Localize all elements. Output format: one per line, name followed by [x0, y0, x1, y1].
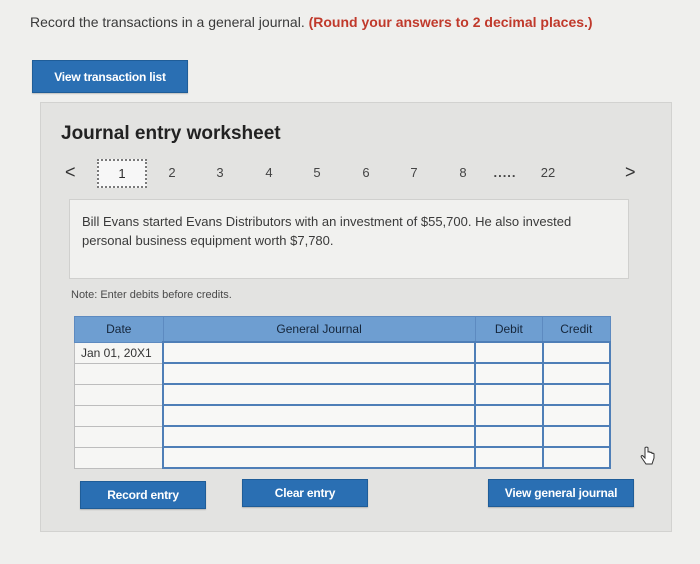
pager-page-4[interactable]: 4 — [259, 165, 279, 180]
instruction-main: Record the transactions in a general jou… — [30, 14, 309, 30]
pager-current-label: 1 — [118, 166, 126, 181]
journal-table: Date General Journal Debit Credit Jan 01… — [74, 316, 612, 469]
date-cell[interactable] — [74, 425, 164, 448]
date-header: Date — [74, 316, 164, 343]
prev-arrow-icon[interactable]: < — [65, 162, 76, 183]
journal-table-header: Date General Journal Debit Credit — [74, 316, 611, 343]
date-cell[interactable] — [74, 362, 164, 385]
table-row — [74, 425, 612, 448]
next-arrow-icon[interactable]: > — [625, 162, 636, 183]
debit-input[interactable] — [474, 362, 544, 385]
instruction-rounding-note: (Round your answers to 2 decimal places.… — [308, 14, 593, 30]
account-input[interactable] — [162, 404, 477, 427]
credit-header: Credit — [542, 316, 611, 343]
table-row: Jan 01, 20X1 — [74, 341, 612, 364]
debits-note: Note: Enter debits before credits. — [71, 289, 232, 301]
debit-input[interactable] — [474, 446, 544, 469]
hand-cursor-icon — [640, 446, 655, 465]
account-input[interactable] — [162, 446, 477, 469]
record-entry-button[interactable]: Record entry — [80, 481, 206, 509]
account-input[interactable] — [162, 362, 477, 385]
journal-entry-worksheet-panel: Journal entry worksheet < 1 2 3 4 5 6 7 … — [40, 102, 672, 532]
date-cell[interactable] — [74, 383, 164, 406]
credit-input[interactable] — [541, 341, 612, 364]
credit-input[interactable] — [541, 383, 612, 406]
debit-input[interactable] — [474, 425, 544, 448]
table-row — [74, 446, 612, 469]
table-row — [74, 404, 612, 427]
pager-page-6[interactable]: 6 — [356, 165, 376, 180]
view-general-journal-button[interactable]: View general journal — [488, 479, 634, 507]
account-input[interactable] — [162, 341, 477, 364]
pager-ellipsis: ..... — [493, 165, 517, 180]
credit-input[interactable] — [541, 446, 612, 469]
debit-header: Debit — [474, 316, 544, 343]
view-transaction-list-button[interactable]: View transaction list — [32, 60, 188, 93]
transaction-description: Bill Evans started Evans Distributors wi… — [69, 199, 629, 279]
debit-input[interactable] — [474, 341, 544, 364]
date-cell[interactable]: Jan 01, 20X1 — [74, 341, 164, 364]
pager-current-page[interactable]: 1 — [97, 159, 147, 188]
pager-page-22[interactable]: 22 — [537, 165, 559, 180]
pager-page-5[interactable]: 5 — [307, 165, 327, 180]
date-cell[interactable] — [74, 404, 164, 427]
credit-input[interactable] — [541, 404, 612, 427]
debit-input[interactable] — [474, 383, 544, 406]
entry-pager: < 1 2 3 4 5 6 7 8 ..... 22 > — [41, 159, 671, 191]
account-input[interactable] — [162, 383, 477, 406]
pager-page-7[interactable]: 7 — [404, 165, 424, 180]
pager-page-3[interactable]: 3 — [210, 165, 230, 180]
debit-input[interactable] — [474, 404, 544, 427]
worksheet-title: Journal entry worksheet — [61, 123, 281, 144]
credit-input[interactable] — [541, 425, 612, 448]
clear-entry-button[interactable]: Clear entry — [242, 479, 368, 507]
pager-page-8[interactable]: 8 — [453, 165, 473, 180]
general-journal-header: General Journal — [162, 316, 476, 343]
pager-page-2[interactable]: 2 — [162, 165, 182, 180]
table-row — [74, 383, 612, 406]
date-cell[interactable] — [74, 446, 164, 469]
table-row — [74, 362, 612, 385]
credit-input[interactable] — [541, 362, 612, 385]
account-input[interactable] — [162, 425, 477, 448]
instruction-text: Record the transactions in a general jou… — [30, 14, 593, 30]
